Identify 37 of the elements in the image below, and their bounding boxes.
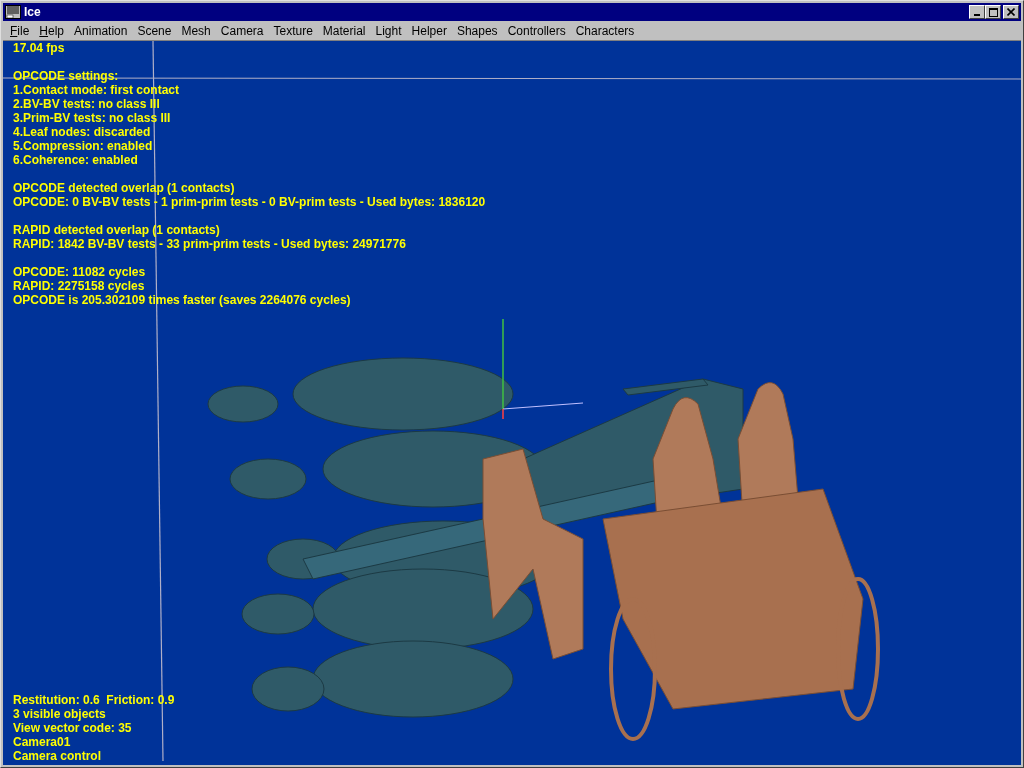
menu-item[interactable]: Helper xyxy=(406,23,452,38)
status-text: 3 visible objects xyxy=(13,707,107,721)
menu-item[interactable]: Light xyxy=(370,23,407,38)
info-text: OPCODE detected overlap (1 contacts) xyxy=(13,181,236,195)
grid-icon xyxy=(5,5,21,19)
fps-counter: 17.04 fps xyxy=(13,41,66,55)
info-text: 2.BV-BV tests: no class III xyxy=(13,97,161,111)
info-text: OPCODE settings: xyxy=(13,69,120,83)
maximize-button[interactable] xyxy=(985,5,1001,19)
close-icon xyxy=(1007,8,1015,16)
status-text: Camera01 xyxy=(13,735,72,749)
maximize-icon xyxy=(988,7,998,17)
info-text: RAPID: 2275158 cycles xyxy=(13,279,146,293)
menu-item[interactable]: Texture xyxy=(268,23,318,38)
info-text: 3.Prim-BV tests: no class III xyxy=(13,111,172,125)
minimize-button[interactable] xyxy=(969,5,985,19)
menu-item[interactable]: File xyxy=(5,23,35,38)
info-text: 4.Leaf nodes: discarded xyxy=(13,125,152,139)
menu-item[interactable]: Scene xyxy=(132,23,177,38)
info-text: RAPID: 1842 BV-BV tests - 33 prim-prim tests - Used bytes: 24971776 xyxy=(13,237,407,251)
info-text: OPCODE: 0 BV-BV tests - 1 prim-prim tests - 0 BV-prim tests - Used bytes: 1836120 xyxy=(13,195,486,209)
info-text: 6.Coherence: enabled xyxy=(13,153,139,167)
menu-item[interactable]: Help xyxy=(34,23,70,38)
menu-item[interactable]: Characters xyxy=(570,23,640,38)
menu-item[interactable]: Shapes xyxy=(451,23,503,38)
status-text: Restitution: 0.6 Friction: 0.9 xyxy=(13,693,175,707)
close-button[interactable] xyxy=(1003,5,1019,19)
status-text: View vector code: 35 xyxy=(13,721,133,735)
window-title: Ice xyxy=(24,5,41,19)
info-text: OPCODE: 11082 cycles xyxy=(13,265,147,279)
menu-item[interactable]: Controllers xyxy=(502,23,571,38)
menu-item[interactable]: Mesh xyxy=(176,23,216,38)
info-text: 5.Compression: enabled xyxy=(13,139,154,153)
menu-item[interactable]: Camera xyxy=(215,23,269,38)
menu-item[interactable]: Material xyxy=(317,23,371,38)
menu-item[interactable]: Animation xyxy=(69,23,133,38)
status-text: Camera control xyxy=(13,749,103,763)
